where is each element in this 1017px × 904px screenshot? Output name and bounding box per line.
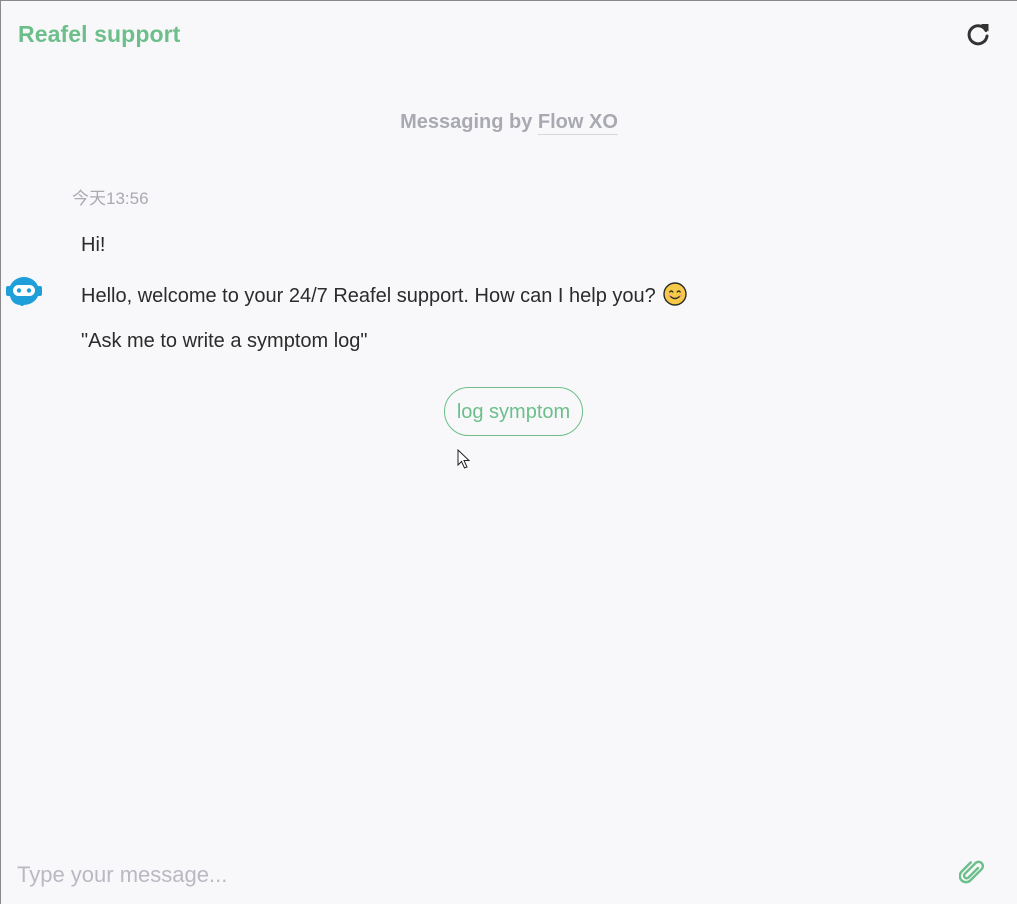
message-text: "Ask me to write a symptom log" — [81, 330, 368, 352]
message-text: Hello, welcome to your 24/7 Reafel suppo… — [81, 285, 656, 307]
log-symptom-button[interactable]: log symptom — [444, 387, 583, 436]
smiling-face-icon — [663, 282, 688, 306]
chat-title: Reafel support — [18, 21, 181, 47]
message-text: Hi! — [81, 234, 106, 256]
paperclip-icon[interactable] — [958, 859, 985, 887]
mouse-cursor-icon — [457, 448, 471, 469]
chat-header: Reafel support — [1, 1, 1017, 71]
branding-link[interactable]: Flow XO — [537, 111, 618, 135]
chat-window: Reafel support Messaging by Flow XO 今天13… — [0, 0, 1017, 904]
message-input[interactable] — [17, 857, 937, 893]
message-timestamp: 今天13:56 — [72, 189, 149, 208]
message-composer — [1, 851, 1017, 901]
bot-avatar-icon — [4, 273, 44, 309]
branding-line: Messaging by Flow XO — [1, 111, 1017, 135]
refresh-icon[interactable] — [964, 21, 992, 49]
bot-message: Hello, welcome to your 24/7 Reafel suppo… — [81, 282, 688, 308]
bot-message: Hi! — [81, 234, 105, 257]
branding-prefix: Messaging by — [400, 111, 538, 133]
bot-message: "Ask me to write a symptom log" — [81, 330, 368, 353]
